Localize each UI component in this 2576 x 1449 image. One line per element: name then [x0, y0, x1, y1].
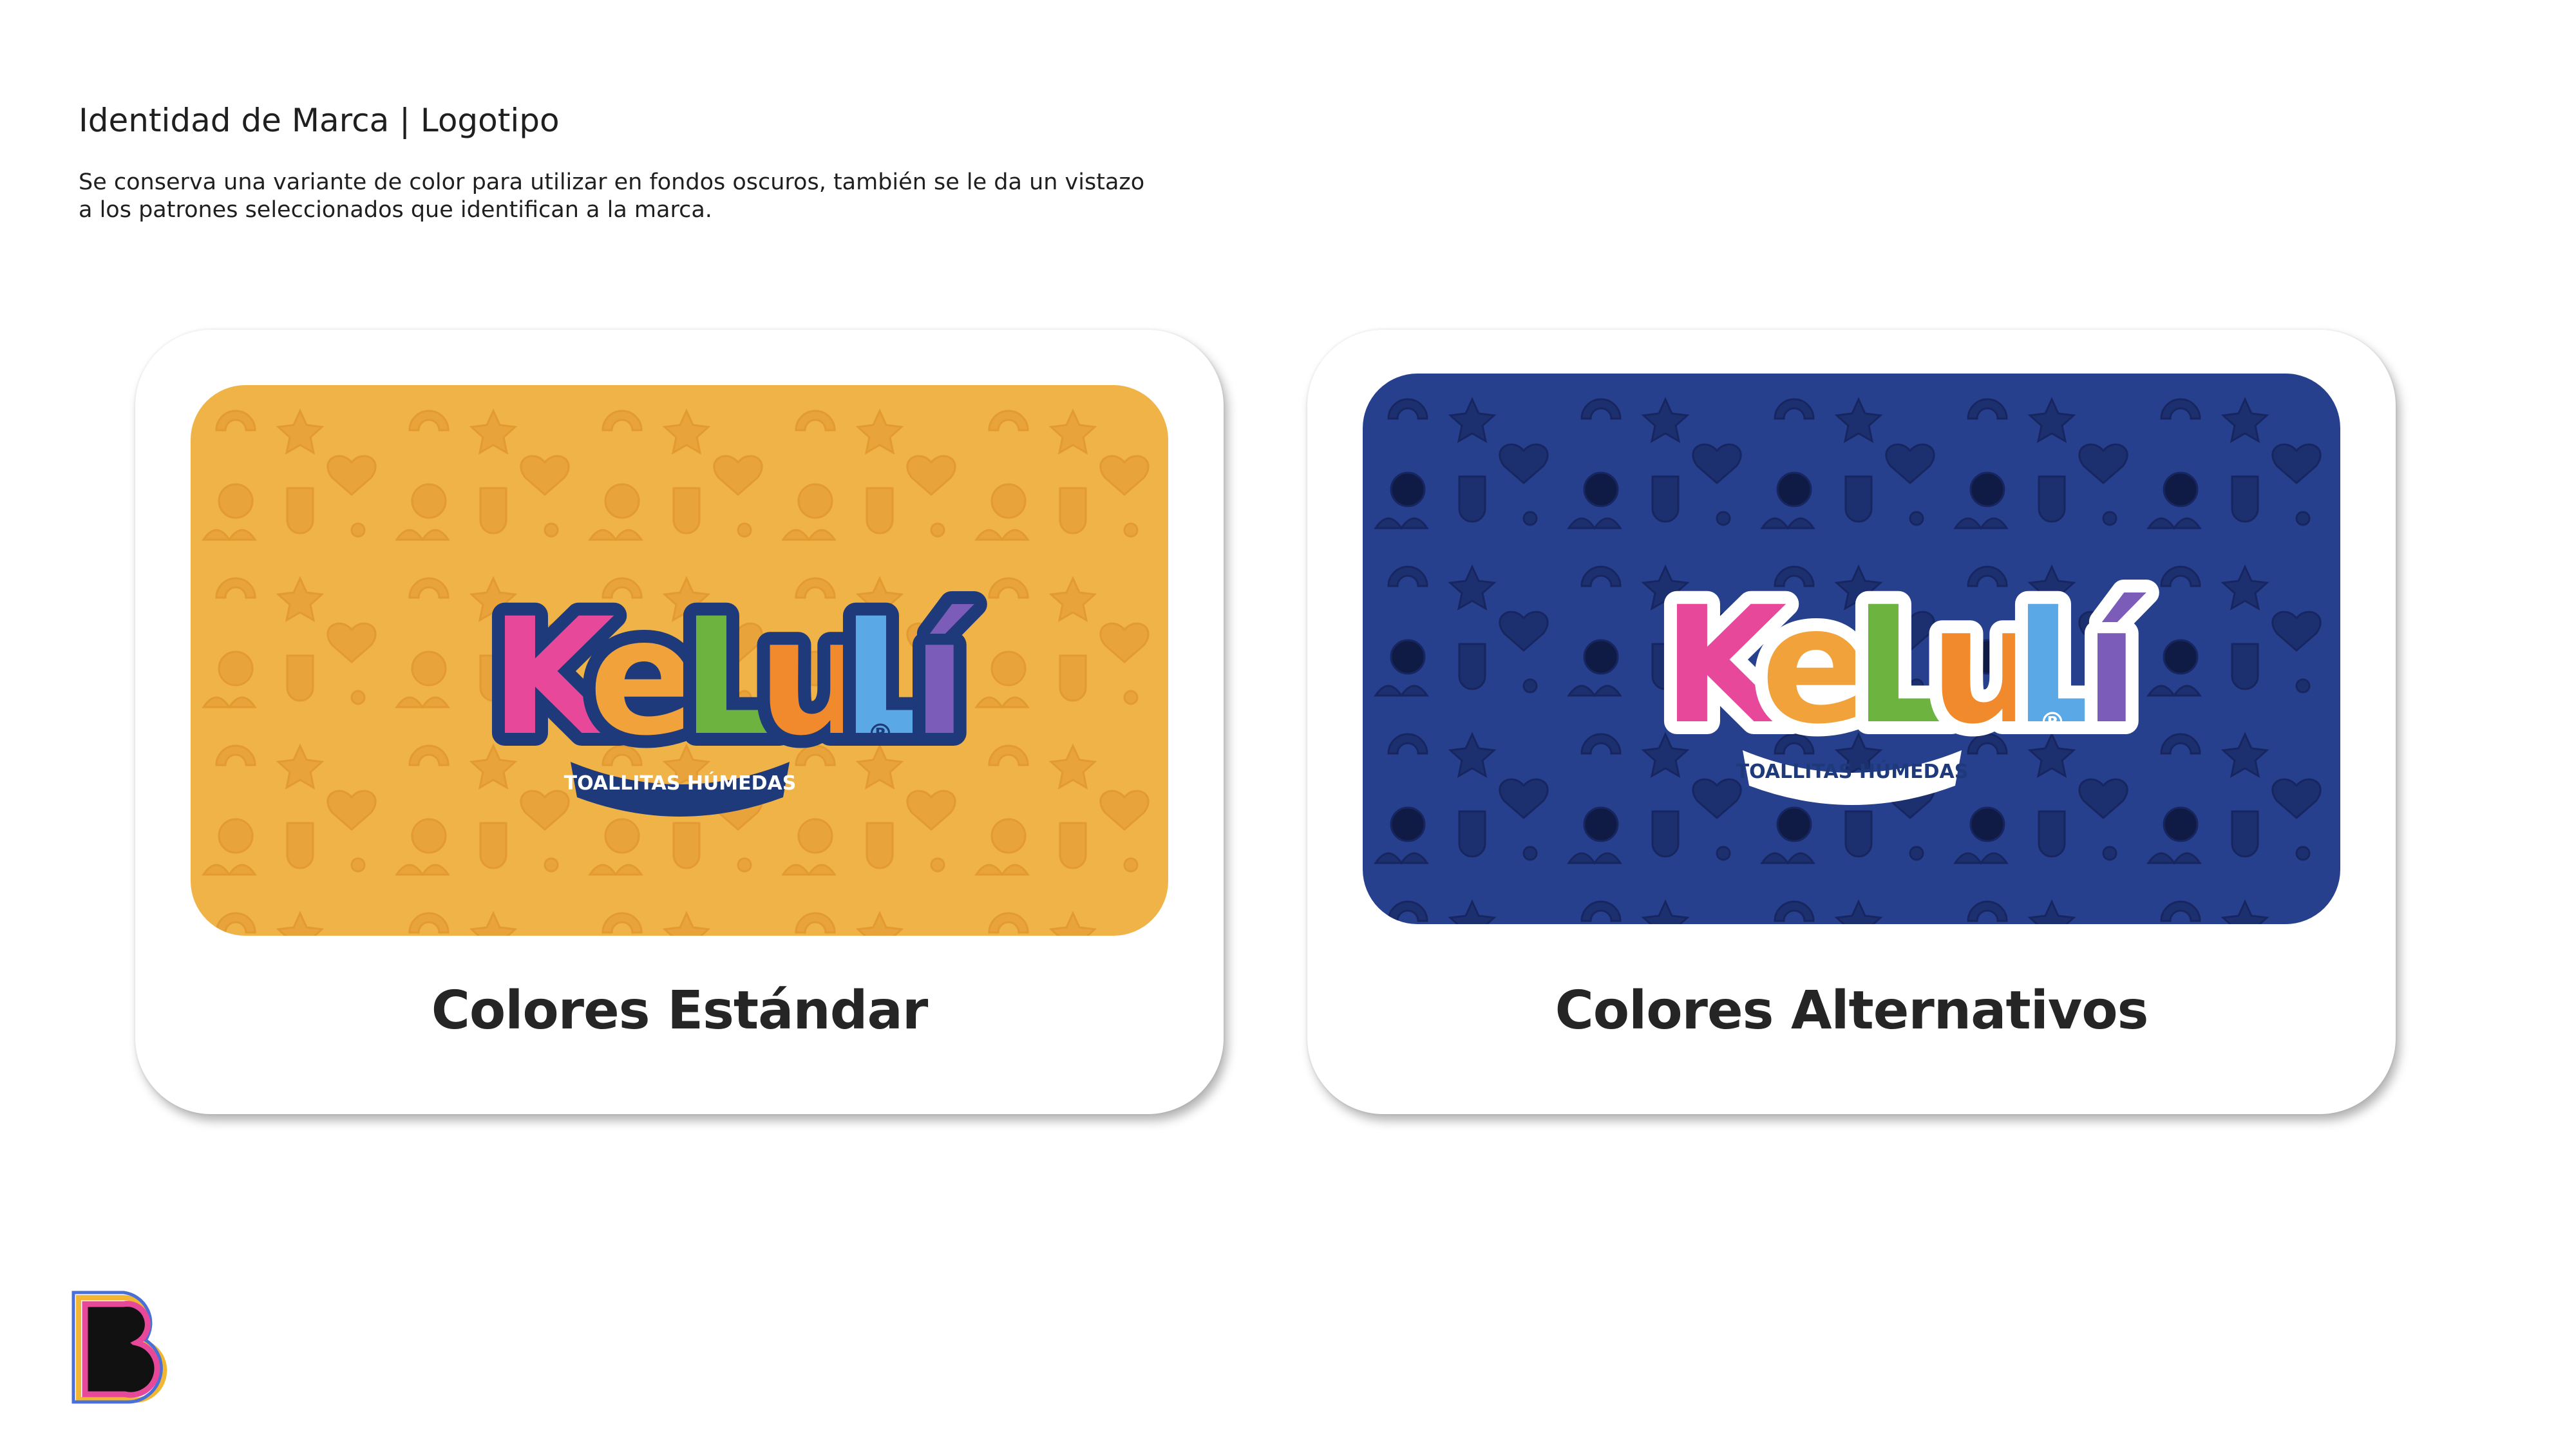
- intro-text: Se conserva una variante de color para u…: [79, 169, 1212, 224]
- svg-text:í: í: [912, 583, 974, 771]
- alternative-logo-banner: K e L u L í ® TOALLITAS HÚMEDAS: [1363, 374, 2340, 924]
- brand-logo: B: [70, 1285, 182, 1404]
- svg-text:TOALLITAS HÚMEDAS: TOALLITAS HÚMEDAS: [564, 771, 797, 795]
- alternative-colors-label: Colores Alternativos: [1555, 980, 2149, 1041]
- svg-text:TOALLITAS HÚMEDAS: TOALLITAS HÚMEDAS: [1736, 759, 1969, 783]
- intro-line-1: Se conserva una variante de color para u…: [79, 169, 1145, 195]
- page-title: Identidad de Marca | Logotipo: [79, 102, 560, 139]
- svg-text:B: B: [86, 1303, 140, 1385]
- standard-logo-banner: K e L u L í ® TOALLITAS HÚMEDAS: [191, 385, 1168, 936]
- svg-text:í: í: [2084, 572, 2146, 759]
- standard-colors-label: Colores Estándar: [431, 980, 929, 1041]
- alternative-logo-artwork: K e L u L í ® TOALLITAS HÚMEDAS: [1363, 374, 2340, 924]
- standard-colors-card: K e L u L í ® TOALLITAS HÚMEDAS Colores …: [135, 330, 1224, 1114]
- svg-text:®: ®: [867, 718, 894, 750]
- intro-line-2: a los patrones seleccionados que identif…: [79, 197, 712, 223]
- alternative-colors-card: K e L u L í ® TOALLITAS HÚMEDAS Colores …: [1307, 330, 2396, 1114]
- brand-b-icon: B: [71, 1291, 167, 1404]
- standard-logo-artwork: K e L u L í ® TOALLITAS HÚMEDAS: [191, 385, 1168, 936]
- svg-text:®: ®: [2039, 706, 2066, 738]
